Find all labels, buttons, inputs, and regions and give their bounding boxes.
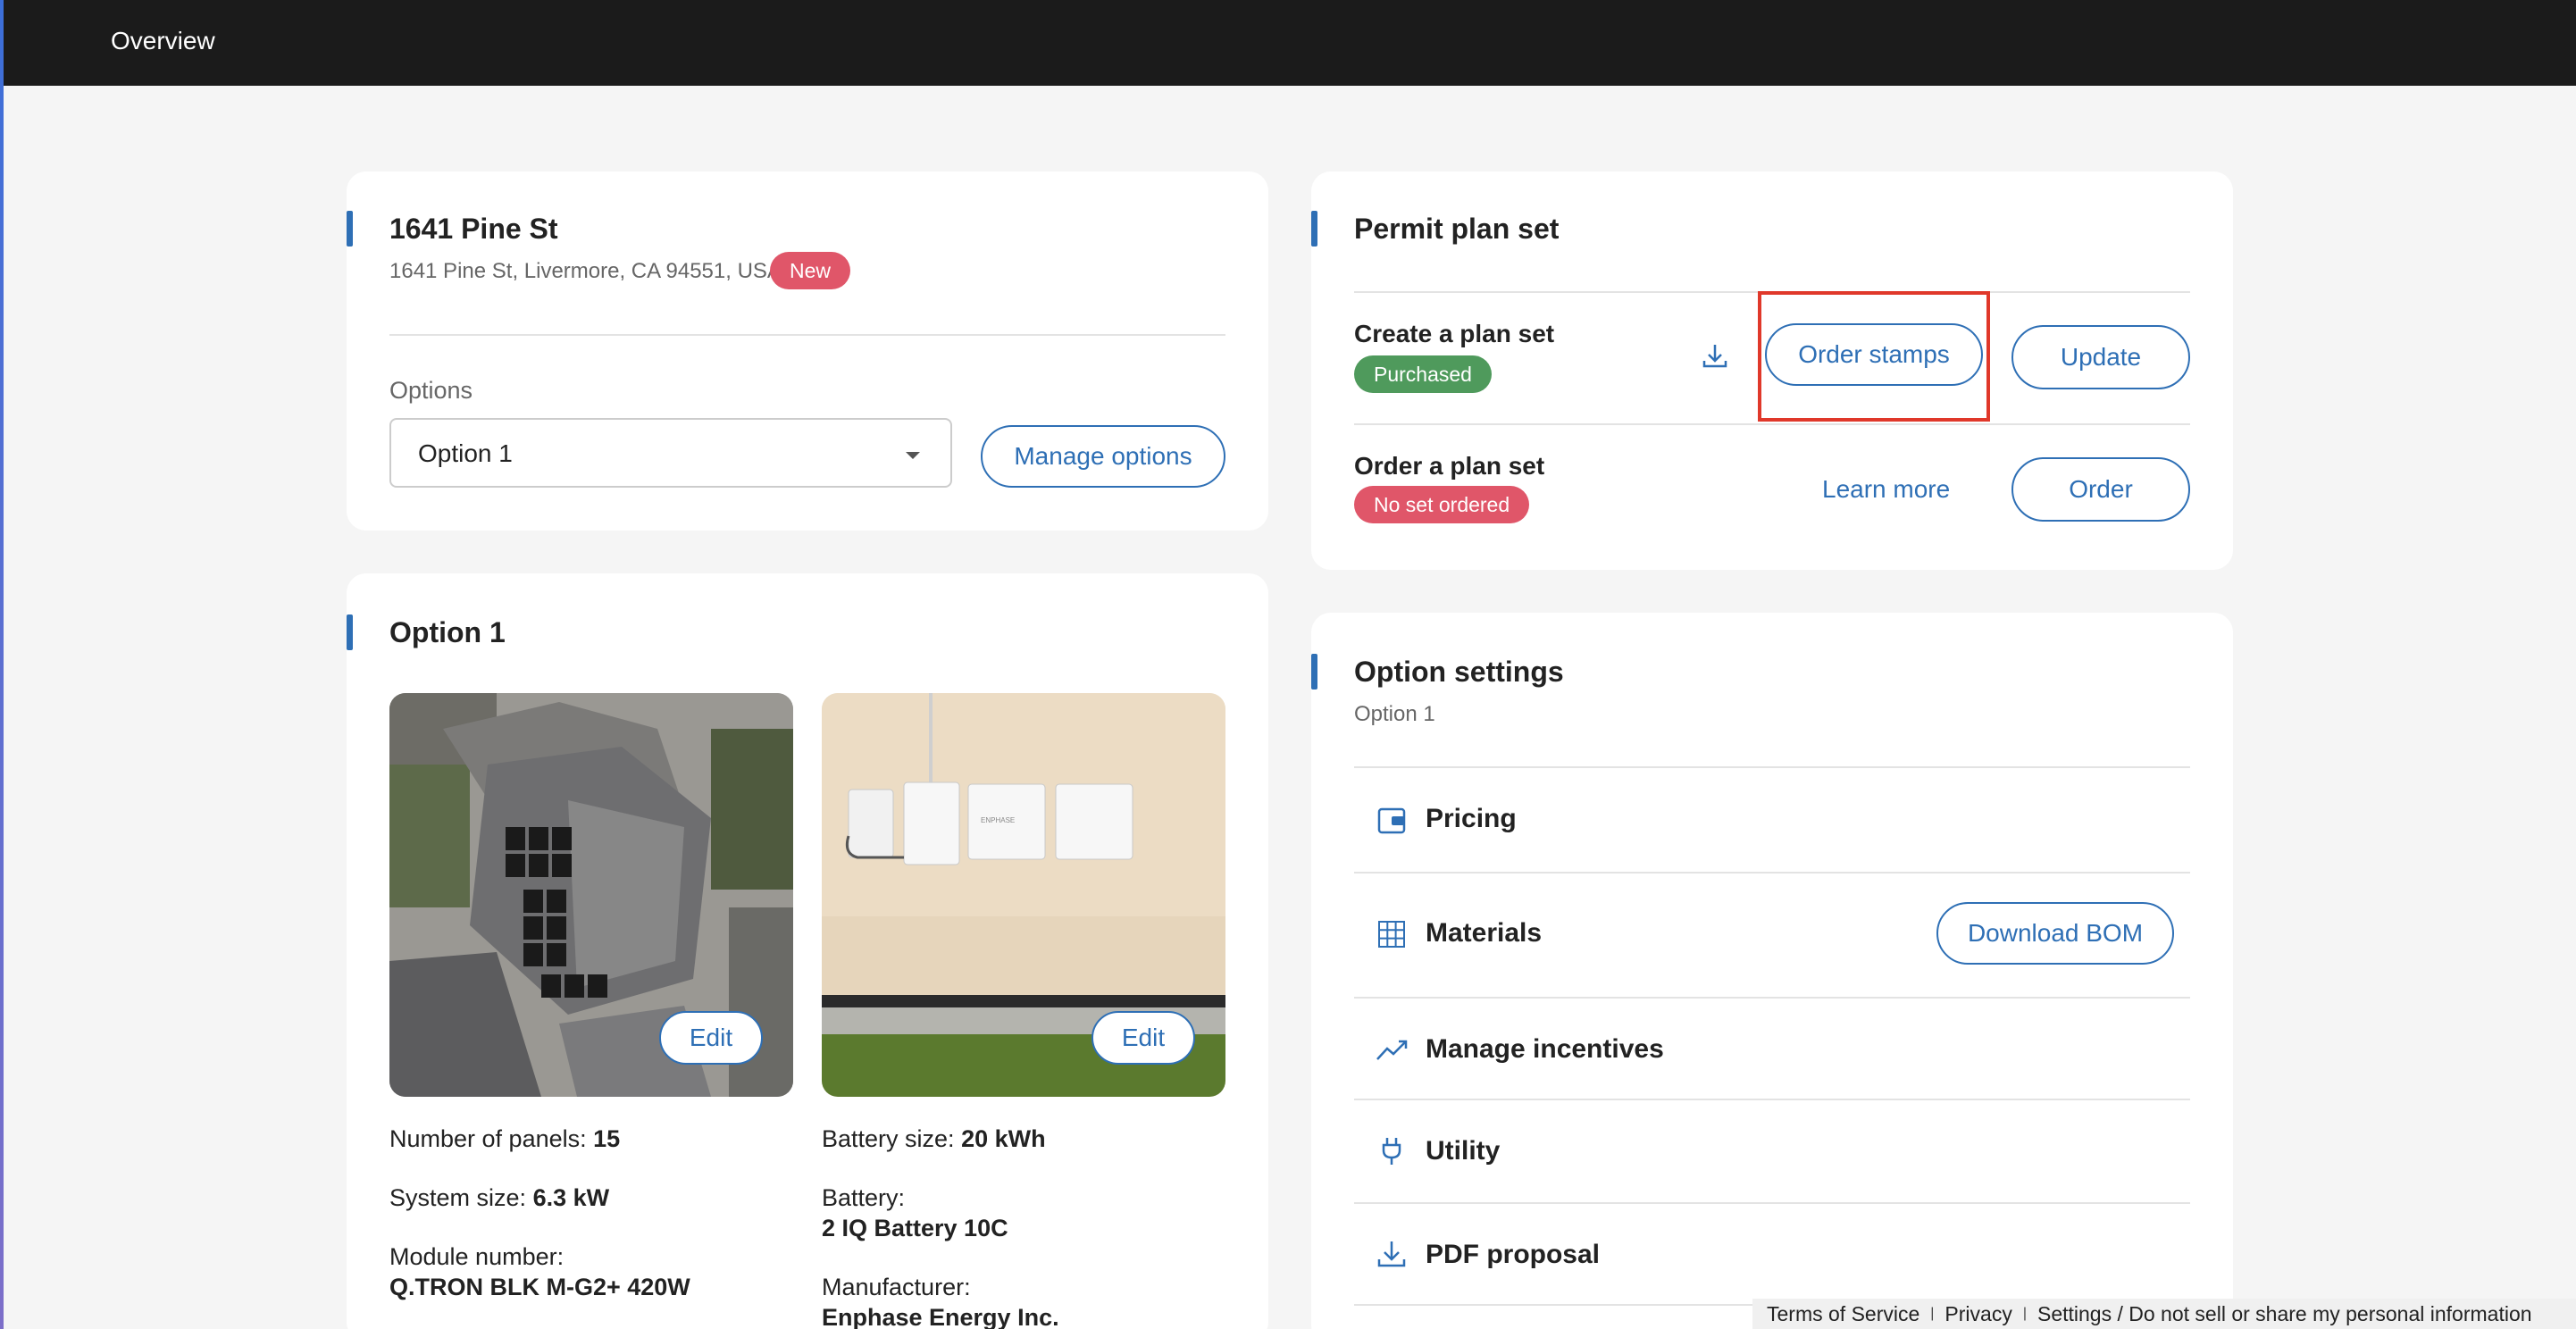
manufacturer-label: Manufacturer: [822, 1274, 971, 1300]
manufacturer-spec: Manufacturer: Enphase Energy Inc. [822, 1272, 1059, 1329]
option-card: Option 1 Edit ENPHASE Edit Number of pan… [347, 573, 1268, 1329]
battery-value: 2 IQ Battery 10C [822, 1215, 1008, 1241]
utility-label: Utility [1426, 1136, 1501, 1166]
purchased-badge: Purchased [1354, 355, 1492, 393]
module-value: Q.TRON BLK M-G2+ 420W [389, 1274, 690, 1300]
privacy-link[interactable]: Privacy [1945, 1302, 2011, 1326]
manufacturer-value: Enphase Energy Inc. [822, 1304, 1059, 1329]
edit-battery-button[interactable]: Edit [1091, 1011, 1195, 1065]
pdf-proposal-label: PDF proposal [1426, 1240, 1601, 1269]
address-line: 1641 Pine St, Livermore, CA 94551, USA [389, 259, 782, 283]
options-label: Options [389, 377, 473, 404]
edit-design-button[interactable]: Edit [659, 1011, 763, 1065]
permit-title: Permit plan set [1310, 211, 1560, 247]
address-divider [389, 334, 1225, 336]
incentives-row[interactable]: Manage incentives [1354, 999, 2194, 1099]
download-icon[interactable] [1699, 339, 1731, 372]
incentives-label: Manage incentives [1426, 1034, 1664, 1064]
privacy-settings-link[interactable]: Settings / Do not sell or share my perso… [2037, 1302, 2532, 1326]
battery-size-spec: Battery size: 20 kWh [822, 1124, 1046, 1154]
battery-size-label: Battery size: [822, 1125, 955, 1152]
plug-icon [1382, 1138, 1401, 1165]
pricing-label: Pricing [1426, 804, 1517, 833]
system-size-spec: System size: 6.3 kW [389, 1183, 609, 1213]
chevron-down-icon [906, 452, 920, 459]
trend-up-icon [1376, 1040, 1408, 1060]
battery-image: ENPHASE Edit [822, 693, 1225, 1097]
terms-link[interactable]: Terms of Service [1767, 1302, 1919, 1326]
order-plan-label: Order a plan set [1354, 452, 1545, 480]
settings-subtitle: Option 1 [1354, 702, 1435, 726]
footer-separator: | [2022, 1306, 2027, 1321]
utility-row[interactable]: Utility [1354, 1100, 2194, 1204]
system-size-label: System size: [389, 1184, 527, 1211]
create-plan-label: Create a plan set [1354, 320, 1555, 347]
pdf-proposal-row[interactable]: PDF proposal [1354, 1204, 2194, 1304]
module-spec: Module number: Q.TRON BLK M-G2+ 420W [389, 1241, 690, 1302]
panels-value: 15 [593, 1125, 621, 1152]
page-title: Overview [111, 27, 215, 54]
battery-spec: Battery: 2 IQ Battery 10C [822, 1183, 1008, 1243]
address-title: 1641 Pine St [347, 211, 558, 247]
pricing-row[interactable]: Pricing [1354, 768, 2194, 870]
footer-links: Terms of Service | Privacy | Settings / … [1752, 1299, 2576, 1329]
new-badge: New [770, 252, 851, 289]
module-label: Module number: [389, 1243, 565, 1270]
option-title: Option 1 [347, 614, 506, 650]
battery-size-value: 20 kWh [961, 1125, 1046, 1152]
settings-title: Option settings [1311, 654, 1564, 690]
option-settings-card: Option settings Option 1 Pricing Materia… [1311, 613, 2233, 1329]
learn-more-link[interactable]: Learn more [1822, 475, 1950, 504]
no-set-ordered-badge: No set ordered [1354, 486, 1530, 523]
download-icon [1377, 1241, 1406, 1267]
battery-label: Battery: [822, 1184, 906, 1211]
wallet-icon [1377, 807, 1406, 834]
aerial-roof-image: Edit [389, 693, 793, 1097]
panels-spec: Number of panels: 15 [389, 1124, 620, 1154]
order-button[interactable]: Order [2011, 457, 2190, 522]
panels-label: Number of panels: [389, 1125, 587, 1152]
option-select-value: Option 1 [418, 439, 513, 467]
permit-divider-mid [1354, 423, 2190, 425]
footer-separator: | [1930, 1306, 1935, 1321]
update-button[interactable]: Update [2011, 325, 2190, 389]
address-card: 1641 Pine St 1641 Pine St, Livermore, CA… [347, 171, 1268, 531]
top-bar: Overview [4, 0, 2576, 86]
highlight-box [1758, 291, 1990, 422]
materials-label: Materials [1426, 918, 1543, 948]
window-edge [0, 0, 4, 1329]
option-select[interactable]: Option 1 [389, 418, 952, 488]
system-size-value: 6.3 kW [532, 1184, 610, 1211]
manage-options-button[interactable]: Manage options [981, 425, 1225, 488]
battery-brand-text: ENPHASE [981, 816, 1016, 824]
grid-icon [1378, 921, 1405, 948]
download-bom-button[interactable]: Download BOM [1936, 902, 2174, 965]
